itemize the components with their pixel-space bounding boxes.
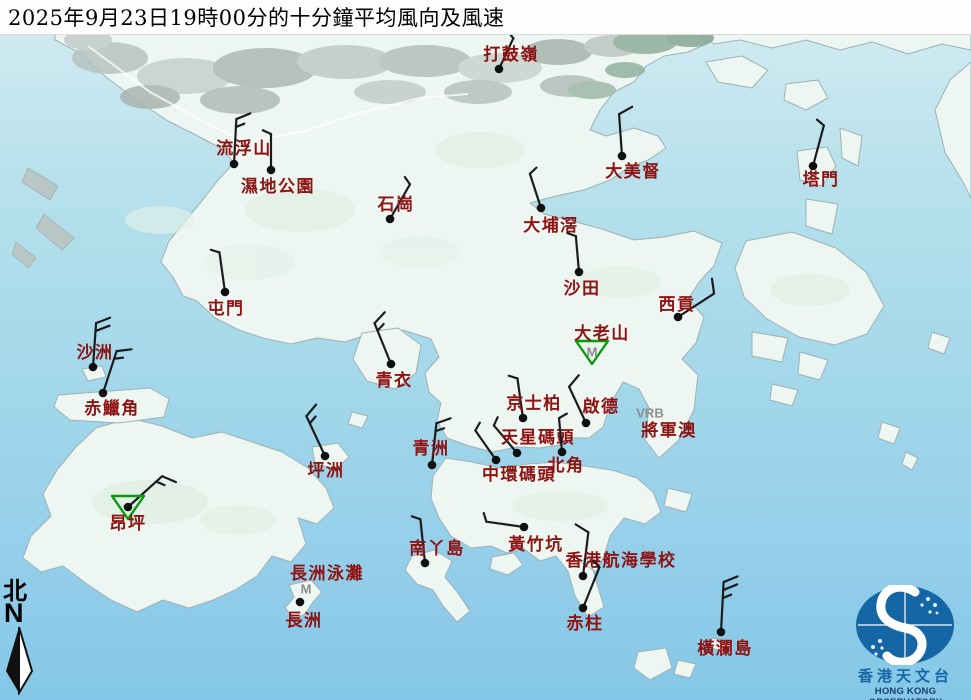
wind-barb-tick [114,358,123,359]
station-dot [519,414,528,423]
station-label: 沙田 [564,279,601,299]
station-label: 長洲 [286,611,323,631]
station-flag-m: M [587,345,598,360]
station-label: 大美督 [605,161,661,182]
station-label: 青衣 [376,370,413,391]
wind-map-screenshot: 打鼓嶺流浮山濕地公園石崗 大美督 塔門大埔滘沙田西貢 M大老山沙洲 屯門青衣赤鱲角 京士柏… [0,0,971,700]
station-dot [99,389,108,398]
station-label: 將軍澳 [641,420,697,441]
north-indicator: 北 N [3,579,37,695]
station-label: 中環碼頭 [482,464,556,485]
station-dot [387,360,396,369]
station-dot [618,152,627,161]
station-label: 塔門 [803,169,840,190]
north-arrow-icon [3,625,37,695]
station-label: 天星碼頭 [501,428,575,448]
map-title-bar: 2025年9月23日19時00分的十分鐘平均風向及風速 [0,0,971,35]
station-dot [575,268,584,277]
hong-kong-map: 打鼓嶺流浮山濕地公園石崗 大美督 塔門大埔滘沙田西貢 M大老山沙洲 屯門青衣赤鱲角 京士柏… [0,0,971,700]
station-dot [221,288,230,297]
station-dot [230,160,239,169]
station-dot [492,456,501,465]
station-label: 西貢 [659,295,696,315]
station-dot [520,523,529,532]
map-title: 2025年9月23日19時00分的十分鐘平均風向及風速 [0,2,504,32]
station-dot [537,204,546,213]
station-dot [558,448,567,457]
station-label: 坪洲 [308,461,345,481]
station-label: 大老山 [574,323,630,344]
station-label: 赤柱 [567,613,604,634]
station-label: 黃竹坑 [507,534,564,555]
station-label: 長洲泳灘 [290,563,364,584]
station-label: 沙洲 [77,343,114,363]
station-label: 流浮山 [216,138,272,159]
station-label: 京士柏 [506,393,562,414]
station-dot [579,604,588,613]
station-dot [809,162,818,171]
station-dot [428,461,437,470]
station-dot [296,598,305,607]
station-dot [89,363,98,372]
station-label: 濕地公園 [241,176,315,197]
station-dot [717,628,726,637]
station-dot [124,503,133,512]
hko-logo: 香港天文台 HONG KONG OBSERVATORY [840,585,971,700]
station-label: 啟德 [583,396,620,417]
station-label: 香港航海學校 [566,550,677,571]
station-dot [386,215,395,224]
station-label: 打鼓嶺 [483,44,539,65]
station-label: 赤鱲角 [84,398,140,419]
station-dot [579,572,588,581]
station-label: 橫瀾島 [697,638,753,659]
hko-name-en: HONG KONG OBSERVATORY [840,686,971,700]
station-dot [321,452,330,461]
station-label: 石崗 [377,195,415,215]
station-label: 屯門 [208,298,245,319]
station-label: 青洲 [413,438,450,459]
station-dot [582,419,591,428]
north-label-en: N [4,600,37,627]
hko-name-zh: 香港天文台 [840,665,971,686]
station-dot [267,166,276,175]
station-label: 昂坪 [110,514,147,534]
station-flag-vrb: VRB [636,406,663,421]
hko-emblem-icon [840,585,971,665]
station-dot [495,65,504,74]
station-label: 大埔滘 [523,215,579,236]
station-dot [421,559,430,568]
station-dot [513,449,522,458]
station-label: 南丫島 [409,538,465,559]
